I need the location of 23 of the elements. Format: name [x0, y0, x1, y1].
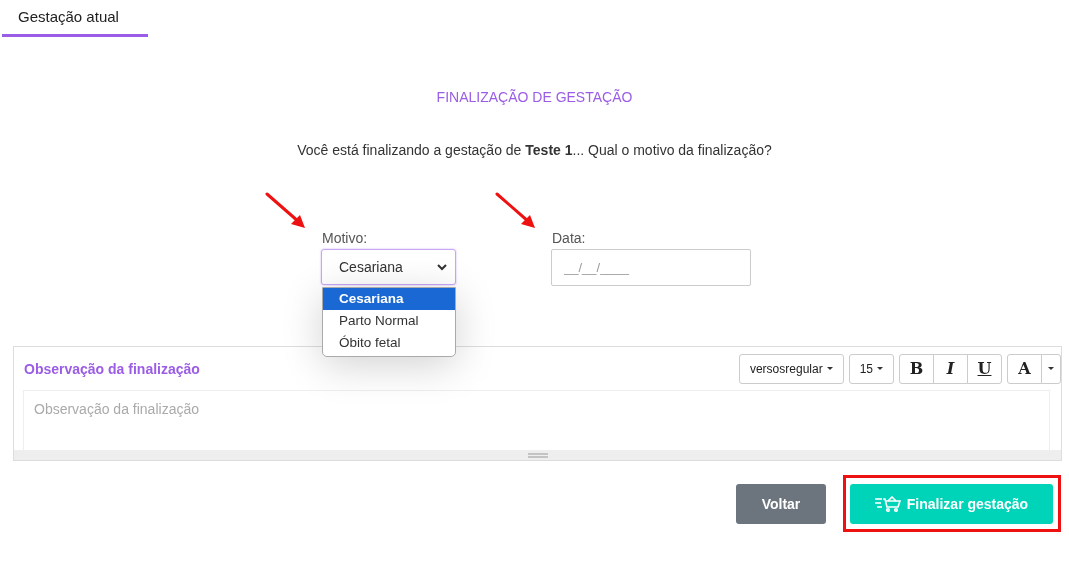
underline-button[interactable]: U: [967, 353, 1002, 384]
resize-grip-icon: [527, 452, 548, 458]
tab[interactable]: Gestação atual: [2, 0, 148, 37]
dropdown-button[interactable]: versosregular: [738, 353, 844, 384]
chevron-icon: [437, 263, 447, 271]
dialog-title: FINALIZAÇÃO DE GESTAÇÃO: [435, 89, 634, 105]
text-area[interactable]: Observação da finalização: [23, 390, 1050, 450]
dropdown-button[interactable]: 15: [848, 353, 894, 384]
question-text: Você está finalizando a gestação de Teste 1... Qual o motivo da finalização?: [296, 142, 773, 158]
font-color-button[interactable]: A: [1007, 353, 1042, 384]
dropdown-option[interactable]: Cesariana: [323, 288, 455, 310]
dropdown-option[interactable]: Óbito fetal: [323, 332, 455, 354]
field-label: Data:: [551, 230, 587, 246]
cart-icon: [874, 496, 901, 512]
back-button[interactable]: Voltar: [736, 483, 826, 524]
italic-button[interactable]: I: [933, 353, 968, 384]
editor-title: Observação da finalização: [24, 360, 200, 377]
date-field[interactable]: __/__/____: [551, 249, 751, 286]
dropdown-option[interactable]: Parto Normal: [323, 310, 455, 332]
caret-button[interactable]: [1041, 353, 1061, 384]
select-field[interactable]: Cesariana: [321, 249, 456, 285]
field-label: Motivo:: [321, 230, 369, 246]
bold-button[interactable]: B: [899, 353, 934, 384]
